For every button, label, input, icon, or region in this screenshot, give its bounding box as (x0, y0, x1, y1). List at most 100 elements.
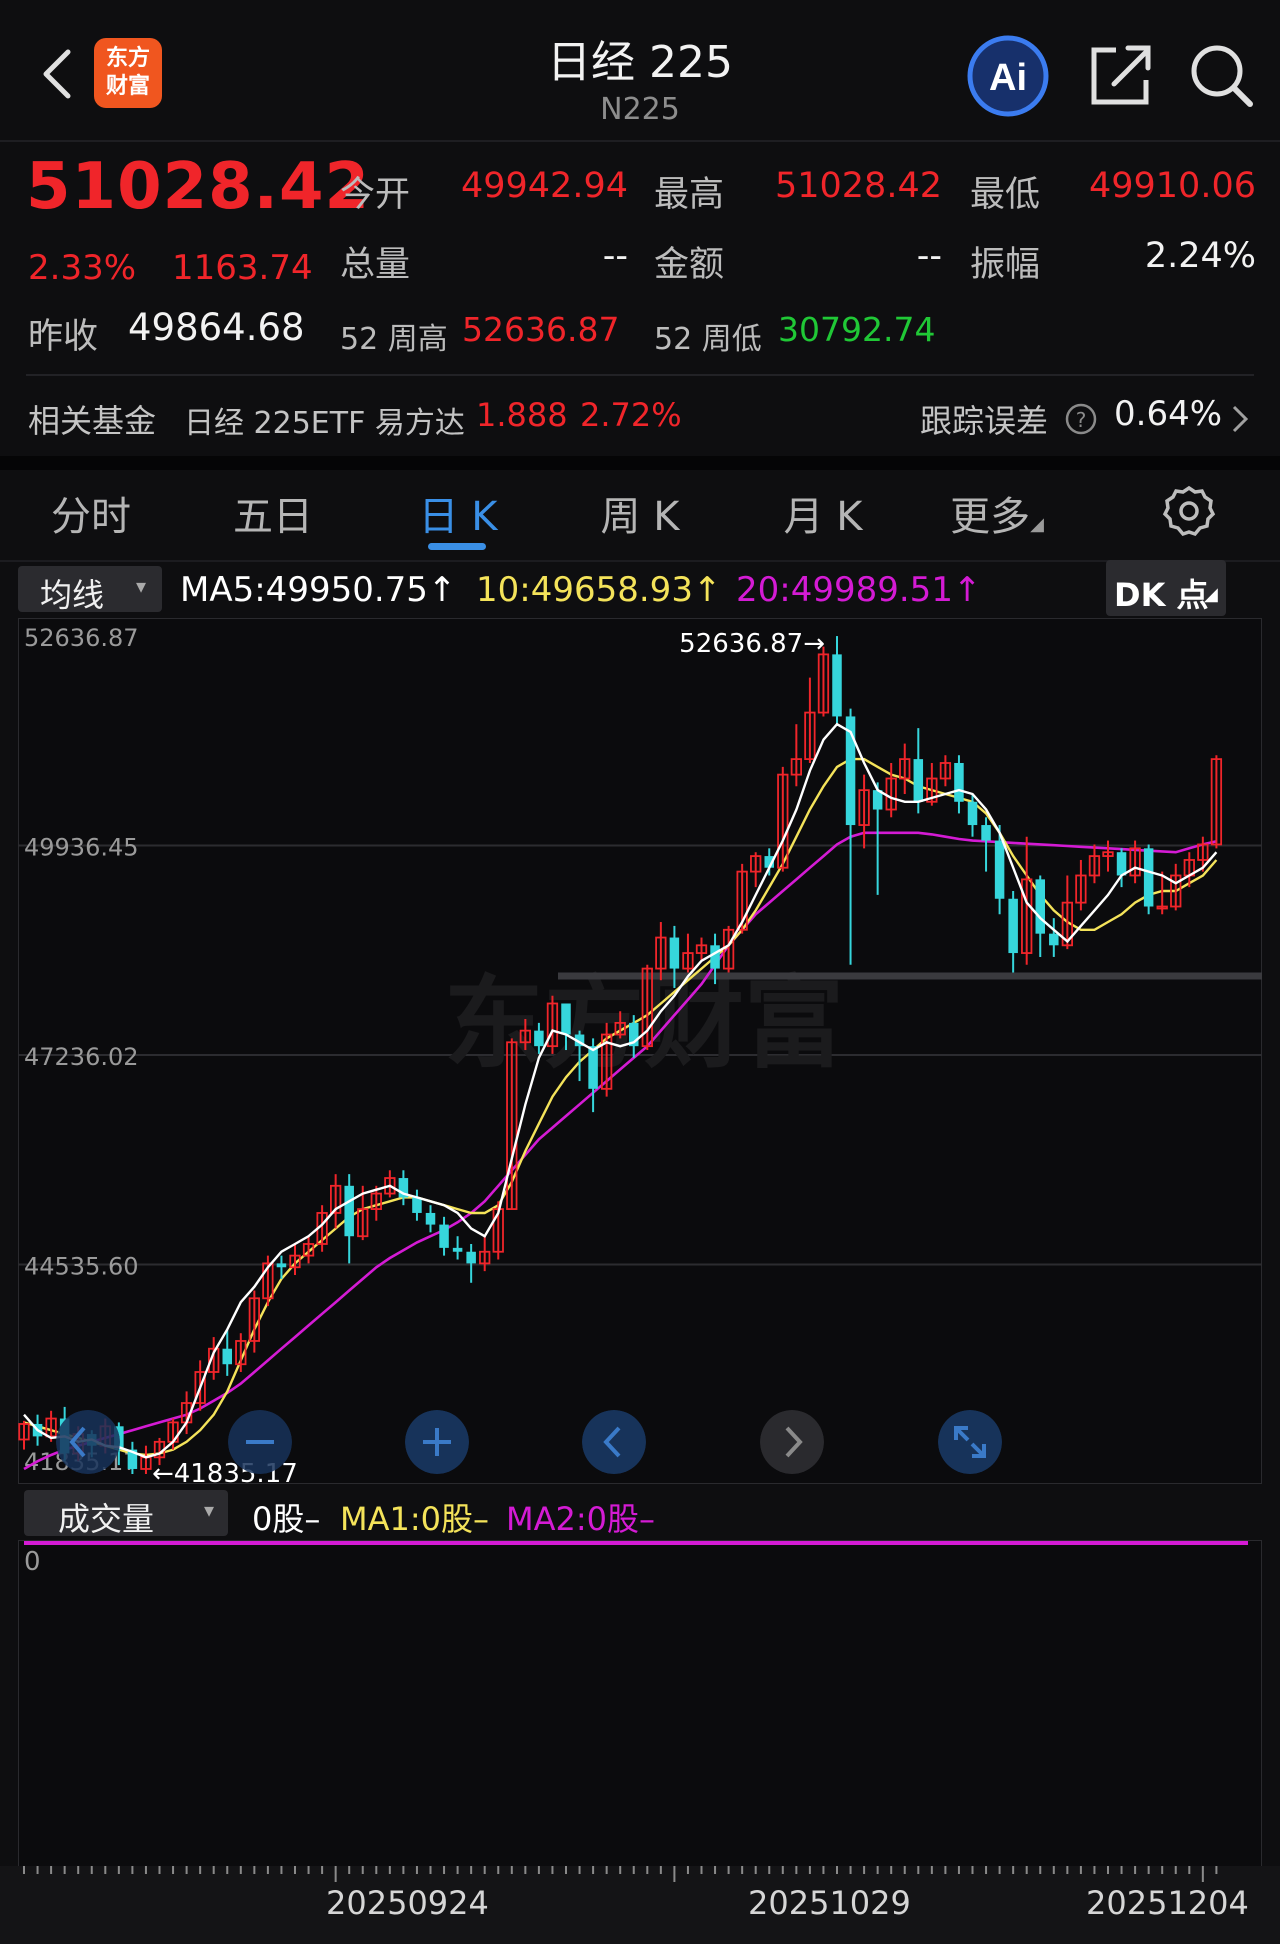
fund-price: 1.888 (476, 396, 568, 434)
candle-body (588, 1046, 598, 1089)
volume-ma1: MA1:0股– (340, 1500, 490, 1538)
tab-intraday[interactable]: 分时 (16, 484, 166, 542)
x-axis-label: 20251029 (748, 1884, 911, 1922)
svg-text:Ai: Ai (989, 57, 1027, 99)
candle-body (466, 1251, 476, 1264)
max-price-annotation: 52636.87→ (679, 629, 825, 659)
candlestick-chart[interactable]: 东方财富 52636.8749936.4547236.0244535.60418… (18, 618, 1262, 1484)
candle-body (1035, 879, 1045, 934)
dropdown-triangle-icon: ▾ (204, 1498, 215, 1522)
ma10-value: 10:49658.93↑ (476, 570, 721, 610)
share-icon[interactable] (1086, 40, 1156, 110)
prev-close-label: 昨收 (28, 317, 99, 357)
up-arrow-icon: ↑ (692, 570, 722, 610)
volume-value: 0股– (252, 1500, 321, 1538)
volume-value: -- (602, 236, 628, 276)
candle-body (534, 1030, 544, 1047)
candle-body (710, 945, 720, 969)
volume-label: 总量 (340, 245, 411, 285)
y-axis-label: 52636.87 (24, 624, 139, 652)
52w-low-label: 52 周低 (654, 322, 762, 357)
candle-body (452, 1247, 463, 1252)
high-value: 51028.42 (774, 166, 942, 206)
candle-body (1143, 848, 1154, 907)
search-icon[interactable] (1186, 40, 1256, 110)
open-value: 49942.94 (460, 166, 628, 206)
index-code: N225 (600, 92, 680, 127)
tab-five-day[interactable]: 五日 (198, 484, 348, 542)
chevron-right-icon (1232, 405, 1249, 433)
scroll-right-icon[interactable] (760, 1410, 824, 1474)
dk-point-label: DK 点 (1114, 576, 1209, 614)
volume-indicator-select[interactable]: 成交量 ▾ (24, 1490, 228, 1538)
section-gap (0, 456, 1280, 470)
dropdown-corner-icon: ◢ (1030, 514, 1044, 535)
candle-body (439, 1224, 449, 1248)
candle-body (1008, 898, 1018, 954)
up-arrow-icon: ↑ (952, 570, 982, 610)
ma5-text: MA5:49950.75 (180, 570, 428, 610)
candle-body (276, 1263, 287, 1268)
app-logo[interactable]: 东方 财富 (94, 38, 162, 108)
tab-daily-k[interactable]: 日 K (383, 484, 533, 542)
indicator-select[interactable]: 均线 ▾ (18, 566, 162, 614)
tab-monthly-k[interactable]: 月 K (748, 484, 898, 542)
amount-value: -- (916, 236, 942, 276)
52w-high-label: 52 周高 (340, 322, 448, 357)
current-price: 51028.42 (26, 150, 371, 224)
volume-chart[interactable]: 0 (18, 1540, 1262, 1870)
ai-assistant-icon[interactable]: Ai (966, 34, 1050, 118)
candle-body (954, 762, 964, 802)
dropdown-corner-icon: ◢ (1204, 584, 1218, 605)
back-arrow-icon[interactable] (38, 48, 78, 100)
low-value: 49910.06 (1088, 166, 1256, 206)
candle-body (967, 801, 978, 826)
ma20-text: 20:49989.51 (736, 570, 953, 610)
high-label: 最高 (654, 175, 725, 215)
zoom-in-icon[interactable] (405, 1410, 469, 1474)
page-title: 日经 225 (547, 37, 733, 88)
gear-icon[interactable] (1162, 484, 1216, 538)
candle-body (344, 1185, 354, 1237)
open-label: 今开 (340, 175, 411, 215)
divider (26, 374, 1254, 376)
candle-body (412, 1197, 422, 1213)
ma5-value: MA5:49950.75↑ (180, 570, 456, 610)
dk-point-button[interactable]: DK 点 ◢ (1106, 560, 1226, 616)
watermark: 东方财富 (444, 965, 844, 1082)
change-amount: 1163.74 (172, 248, 313, 288)
help-icon[interactable]: ? (1064, 402, 1098, 436)
amount-label: 金额 (654, 245, 725, 285)
low-label: 最低 (970, 175, 1041, 215)
zoom-out-icon[interactable] (228, 1410, 292, 1474)
volume-ma2: MA2:0股– (506, 1500, 656, 1538)
y-axis-label: 49936.45 (24, 833, 139, 861)
logo-text-top: 东方 (105, 46, 150, 71)
candle-body (669, 937, 680, 969)
candle-body (1049, 933, 1059, 946)
tab-more[interactable]: 更多◢ (922, 484, 1072, 542)
candle-body (981, 825, 991, 841)
scroll-left-icon[interactable] (582, 1410, 646, 1474)
x-axis-label: 20250924 (326, 1884, 489, 1922)
fund-change: 2.72% (580, 396, 682, 434)
tab-weekly-k[interactable]: 周 K (565, 484, 715, 542)
ma20-value: 20:49989.51↑ (736, 570, 981, 610)
svg-text:?: ? (1076, 408, 1087, 432)
candle-body (913, 759, 924, 802)
related-fund-row[interactable]: 相关基金 日经 225ETF 易方达 1.888 2.72% 跟踪误差 ? 0.… (0, 392, 1280, 444)
prev-close-value: 49864.68 (128, 306, 305, 349)
amplitude-label: 振幅 (970, 245, 1041, 285)
candle-body (561, 1003, 571, 1035)
active-tab-indicator (428, 543, 486, 550)
fullscreen-icon[interactable] (938, 1410, 1002, 1474)
scroll-left-fast-icon[interactable] (56, 1410, 120, 1474)
52w-low-value: 30792.74 (778, 310, 936, 349)
candle-body (994, 840, 1005, 899)
ma10-text: 10:49658.93 (476, 570, 693, 610)
volume-axis-zero: 0 (24, 1547, 41, 1577)
amplitude-value: 2.24% (1144, 236, 1256, 276)
volume-select-label: 成交量 (58, 1500, 155, 1538)
candle-body (425, 1212, 436, 1225)
fund-name: 日经 225ETF 易方达 (184, 406, 465, 441)
